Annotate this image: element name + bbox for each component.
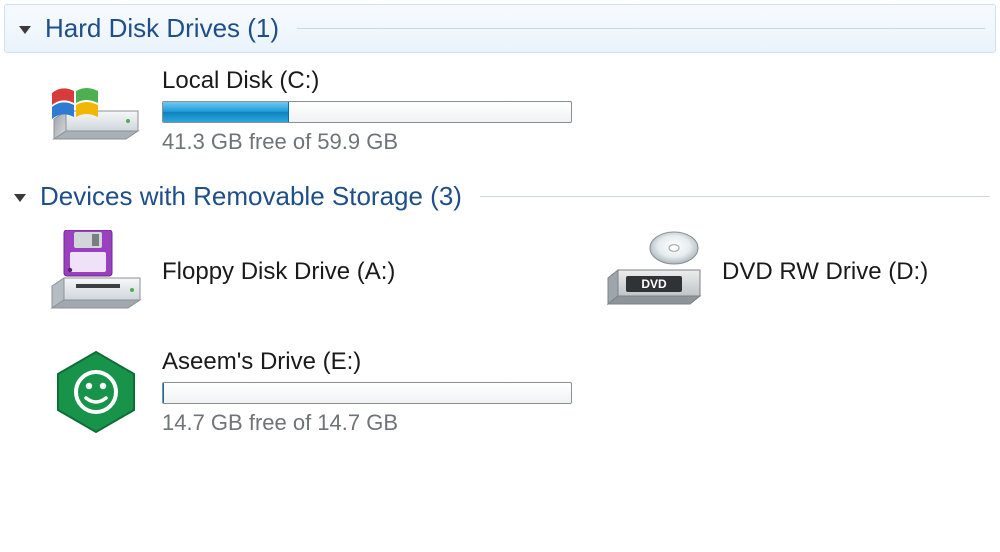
- drive-list-removable: Floppy Disk Drive (A:): [0, 220, 1000, 454]
- group-header-hdd[interactable]: Hard Disk Drives (1): [4, 4, 996, 53]
- storage-bar-fill: [163, 102, 289, 122]
- storage-bar-fill: [163, 383, 164, 403]
- hdd-windows-icon: [44, 65, 148, 153]
- floppy-drive-icon: [44, 230, 148, 318]
- drive-info: Aseem's Drive (E:) 14.7 GB free of 14.7 …: [148, 346, 572, 436]
- group-label: Devices with Removable Storage (3): [40, 181, 462, 212]
- drive-aseem-e[interactable]: Aseem's Drive (E:) 14.7 GB free of 14.7 …: [44, 336, 504, 454]
- drive-name: Local Disk (C:): [162, 67, 572, 95]
- storage-bar: [162, 101, 572, 123]
- drive-local-disk-c[interactable]: Local Disk (C:) 41.3 GB free of 59.9 GB: [44, 55, 504, 173]
- group-header-removable[interactable]: Devices with Removable Storage (3): [0, 173, 1000, 220]
- drive-dvd-d[interactable]: DVD DVD RW Drive (D:): [604, 220, 984, 336]
- group-divider: [480, 196, 990, 197]
- hex-smiley-icon: [44, 346, 148, 434]
- drive-name: Aseem's Drive (E:): [162, 348, 572, 376]
- explorer-drives-pane: Hard Disk Drives (1): [0, 4, 1000, 454]
- dvd-drive-icon: DVD: [604, 230, 708, 318]
- drive-name: Floppy Disk Drive (A:): [162, 258, 395, 286]
- collapse-toggle-icon[interactable]: [14, 194, 26, 202]
- storage-free-text: 41.3 GB free of 59.9 GB: [162, 129, 572, 155]
- drive-list-hdd: Local Disk (C:) 41.3 GB free of 59.9 GB: [0, 55, 1000, 173]
- drive-info: Floppy Disk Drive (A:): [148, 230, 395, 292]
- group-divider: [297, 28, 985, 29]
- storage-free-text: 14.7 GB free of 14.7 GB: [162, 410, 572, 436]
- drive-info: Local Disk (C:) 41.3 GB free of 59.9 GB: [148, 65, 572, 155]
- drive-name: DVD RW Drive (D:): [722, 258, 928, 286]
- drive-floppy-a[interactable]: Floppy Disk Drive (A:): [44, 220, 604, 336]
- svg-text:DVD: DVD: [641, 277, 667, 291]
- group-label: Hard Disk Drives (1): [45, 13, 279, 44]
- storage-bar: [162, 382, 572, 404]
- drive-info: DVD RW Drive (D:): [708, 230, 928, 292]
- collapse-toggle-icon[interactable]: [19, 26, 31, 34]
